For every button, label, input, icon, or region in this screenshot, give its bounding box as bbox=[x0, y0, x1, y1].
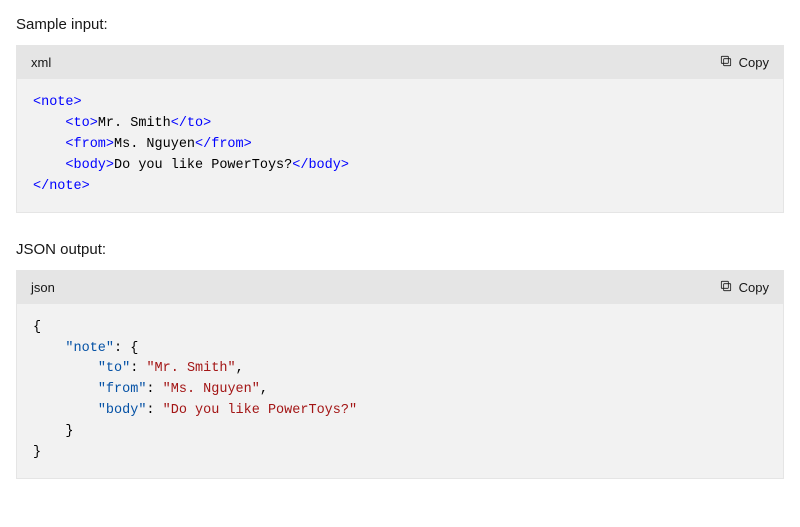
code-language-label: xml bbox=[31, 55, 51, 70]
sample-input-heading: Sample input: bbox=[16, 16, 784, 33]
code-content: <note> <to>Mr. Smith</to> <from>Ms. Nguy… bbox=[17, 79, 783, 212]
copy-label: Copy bbox=[739, 55, 769, 70]
copy-button[interactable]: Copy bbox=[719, 277, 769, 298]
copy-label: Copy bbox=[739, 280, 769, 295]
code-content: { "note": { "to": "Mr. Smith", "from": "… bbox=[17, 304, 783, 478]
code-language-label: json bbox=[31, 280, 55, 295]
code-header: json Copy bbox=[17, 271, 783, 304]
code-block-json: json Copy { "note": { "to": "Mr. Smith",… bbox=[16, 270, 784, 479]
copy-icon bbox=[719, 54, 733, 71]
copy-button[interactable]: Copy bbox=[719, 52, 769, 73]
copy-icon bbox=[719, 279, 733, 296]
code-header: xml Copy bbox=[17, 46, 783, 79]
code-block-xml: xml Copy <note> <to>Mr. Smith</to> <from… bbox=[16, 45, 784, 213]
json-output-heading: JSON output: bbox=[16, 241, 784, 258]
